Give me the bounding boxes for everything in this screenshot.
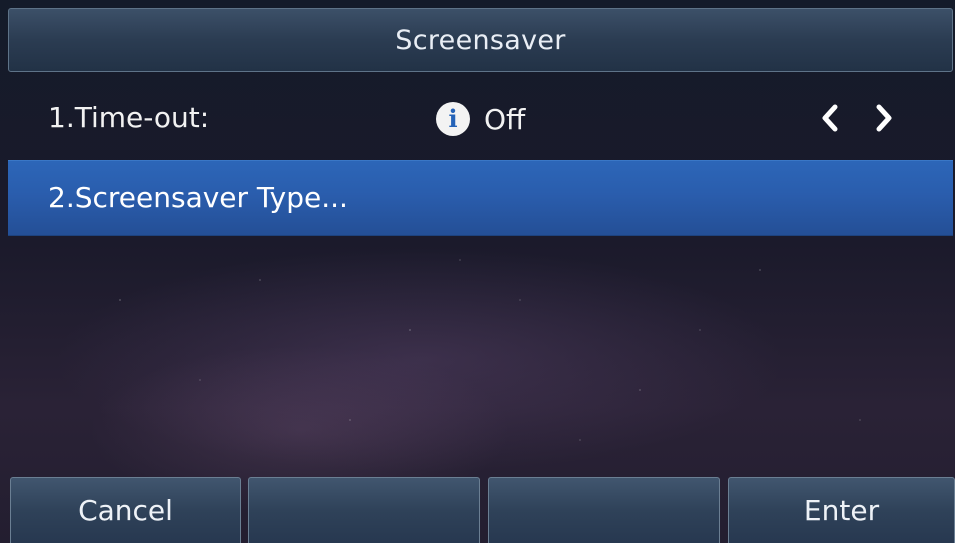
page-title: Screensaver bbox=[395, 24, 566, 56]
time-out-value-group: i Off bbox=[436, 102, 525, 136]
chevron-right-icon[interactable] bbox=[868, 98, 900, 138]
time-out-value: Off bbox=[484, 102, 526, 136]
enter-softkey[interactable]: Enter bbox=[728, 477, 955, 543]
menu-item-label: 2.Screensaver Type... bbox=[48, 181, 348, 214]
softkey-2[interactable] bbox=[248, 477, 480, 543]
cancel-softkey[interactable]: Cancel bbox=[10, 477, 241, 543]
softkey-3[interactable] bbox=[488, 477, 720, 543]
chevron-left-icon[interactable] bbox=[814, 98, 846, 138]
menu-item-screensaver-type[interactable]: 2.Screensaver Type... bbox=[8, 160, 953, 236]
softkey-label: Enter bbox=[803, 494, 880, 527]
phone-screen: Screensaver 1.Time-out: i Off 2.Screensa… bbox=[0, 0, 955, 543]
menu-item-time-out[interactable]: 1.Time-out: i Off bbox=[8, 80, 953, 160]
softkey-label: Cancel bbox=[78, 494, 173, 527]
menu-item-label: 1.Time-out: bbox=[48, 101, 210, 134]
info-icon[interactable]: i bbox=[436, 102, 470, 136]
title-bar: Screensaver bbox=[8, 8, 953, 72]
